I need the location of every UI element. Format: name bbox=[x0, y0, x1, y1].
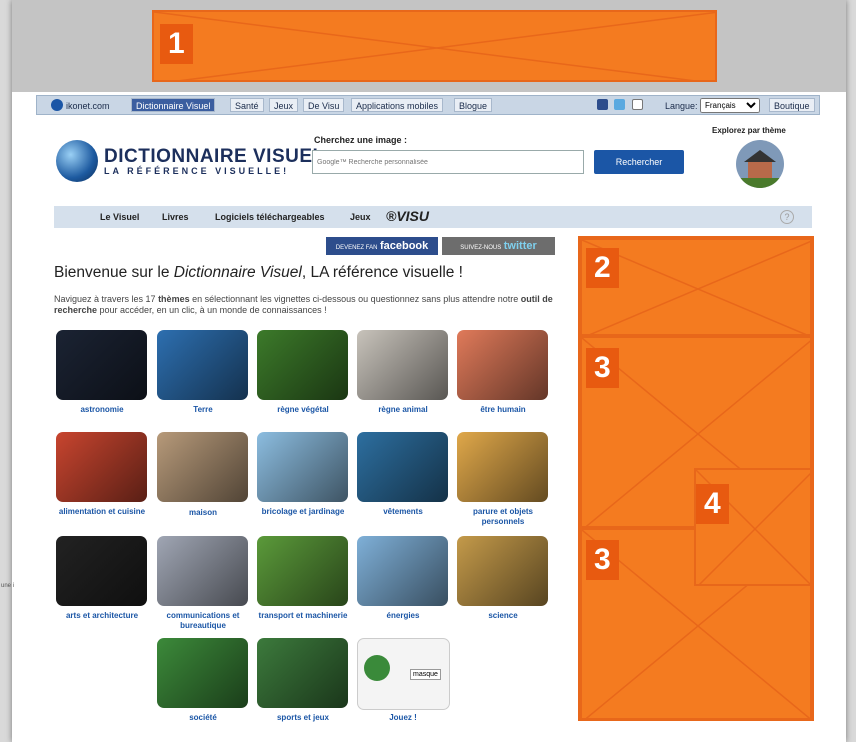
game-tooltip: masque bbox=[410, 669, 441, 680]
facebook-fan-button[interactable]: DEVENEZ FAN facebook bbox=[326, 237, 438, 255]
secondary-nav: Le Visuel Livres Logiciels téléchargeabl… bbox=[54, 206, 812, 228]
intro-text: Naviguez à travers les 17 thèmes en séle… bbox=[54, 294, 553, 315]
theme-thumbnail-science[interactable] bbox=[457, 536, 548, 606]
theme-thumbnail-alimentation-et-cuisine[interactable] bbox=[56, 432, 147, 502]
theme-caption[interactable]: Jouez ! bbox=[353, 713, 453, 723]
theme-thumbnail-terre[interactable] bbox=[157, 330, 248, 400]
theme-caption[interactable]: vêtements bbox=[353, 507, 453, 517]
theme-caption[interactable]: science bbox=[453, 611, 553, 621]
theme-thumbnail-vêtements[interactable] bbox=[357, 432, 448, 502]
explore-by-theme-label: Explorez par thème bbox=[712, 126, 786, 135]
ad-zone-2[interactable]: 2 bbox=[580, 238, 812, 336]
ad-zone-4[interactable]: 4 bbox=[694, 468, 812, 586]
logo-subtitle: LA RÉFÉRENCE VISUELLE! bbox=[104, 166, 290, 176]
welcome-title: Bienvenue sur le Dictionnaire Visuel, LA… bbox=[54, 264, 463, 281]
tab-de-visu[interactable]: De Visu bbox=[303, 98, 345, 112]
theme-thumbnail-astronomie[interactable] bbox=[56, 330, 147, 400]
globe-logo-icon[interactable] bbox=[56, 140, 98, 182]
ad-number-label: 1 bbox=[160, 24, 193, 64]
tab-jeux[interactable]: Jeux bbox=[269, 98, 299, 112]
theme-caption[interactable]: société bbox=[153, 713, 253, 723]
language-label: Langue: bbox=[665, 101, 698, 111]
nav-visu-logo[interactable]: ®VISU bbox=[386, 208, 429, 224]
theme-thumbnail-jouez[interactable]: masque bbox=[357, 638, 450, 710]
help-icon[interactable]: ? bbox=[780, 210, 794, 224]
theme-caption[interactable]: arts et architecture bbox=[52, 611, 152, 621]
theme-caption[interactable]: maison bbox=[153, 508, 253, 518]
tab-dictionnaire-visuel[interactable]: Dictionnaire Visuel bbox=[131, 98, 216, 112]
theme-thumbnail-énergies[interactable] bbox=[357, 536, 448, 606]
search-label: Cherchez une image : bbox=[314, 135, 408, 145]
nav-jeux[interactable]: Jeux bbox=[350, 212, 371, 222]
ad-number-label: 3 bbox=[586, 540, 619, 580]
theme-caption[interactable]: être humain bbox=[453, 405, 553, 415]
twitter-icon[interactable] bbox=[614, 99, 625, 110]
theme-thumbnail-bricolage-et-jardinage[interactable] bbox=[257, 432, 348, 502]
nav-livres[interactable]: Livres bbox=[162, 212, 189, 222]
search-input[interactable] bbox=[312, 150, 584, 174]
tab-sante[interactable]: Santé bbox=[230, 98, 264, 112]
theme-caption[interactable]: sports et jeux bbox=[253, 713, 353, 723]
ad-number-label: 2 bbox=[586, 248, 619, 288]
email-icon[interactable] bbox=[632, 99, 643, 110]
logo-title[interactable]: DICTIONNAIRE VISUEL bbox=[104, 146, 325, 168]
twitter-follow-button[interactable]: SUIVEZ-NOUS twitter bbox=[442, 237, 555, 255]
theme-caption[interactable]: Terre bbox=[153, 405, 253, 415]
theme-caption[interactable]: parure et objets personnels bbox=[453, 507, 553, 527]
theme-caption[interactable]: communications et bureautique bbox=[153, 611, 253, 631]
language-select[interactable]: Français bbox=[700, 98, 760, 113]
theme-thumbnail-société[interactable] bbox=[157, 638, 248, 708]
nav-le-visuel[interactable]: Le Visuel bbox=[100, 212, 139, 222]
theme-thumbnail-règne-animal[interactable] bbox=[357, 330, 448, 400]
ikonet-logo-icon bbox=[51, 99, 63, 111]
theme-thumbnail-être-humain[interactable] bbox=[457, 330, 548, 400]
search-button[interactable]: Rechercher bbox=[594, 150, 684, 174]
theme-caption[interactable]: astronomie bbox=[52, 405, 152, 415]
theme-thumbnail-transport-et-machinerie[interactable] bbox=[257, 536, 348, 606]
theme-caption[interactable]: énergies bbox=[353, 611, 453, 621]
theme-thumbnail-parure-et-objets-personnels[interactable] bbox=[457, 432, 548, 502]
ad-number-label: 4 bbox=[696, 484, 729, 524]
theme-thumbnail-arts-et-architecture[interactable] bbox=[56, 536, 147, 606]
theme-thumbnail-règne-végétal[interactable] bbox=[257, 330, 348, 400]
theme-caption[interactable]: bricolage et jardinage bbox=[253, 507, 353, 517]
theme-thumbnail-communications-et-bureautique[interactable] bbox=[157, 536, 248, 606]
ad-zone-1[interactable]: 1 bbox=[152, 10, 717, 82]
shop-link[interactable]: Boutique bbox=[769, 98, 815, 112]
theme-caption[interactable]: règne végétal bbox=[253, 405, 353, 415]
nav-logiciels[interactable]: Logiciels téléchargeables bbox=[215, 212, 325, 222]
top-toolbar: ikonet.com Dictionnaire Visuel Santé Jeu… bbox=[36, 95, 820, 115]
side-text-fragment: une i bbox=[1, 583, 15, 589]
house-thumbnail[interactable] bbox=[736, 140, 784, 188]
theme-caption[interactable]: alimentation et cuisine bbox=[52, 507, 152, 517]
theme-caption[interactable]: règne animal bbox=[353, 405, 453, 415]
ad-number-label: 3 bbox=[586, 348, 619, 388]
tab-blogue[interactable]: Blogue bbox=[454, 98, 493, 112]
brand-link[interactable]: ikonet.com bbox=[66, 99, 110, 113]
theme-thumbnail-sports-et-jeux[interactable] bbox=[257, 638, 348, 708]
facebook-icon[interactable] bbox=[597, 99, 608, 110]
theme-thumbnail-maison[interactable] bbox=[157, 432, 248, 502]
placeholder-cross bbox=[154, 12, 715, 80]
football-player-icon bbox=[364, 655, 390, 681]
theme-caption[interactable]: transport et machinerie bbox=[253, 611, 353, 621]
tab-applications-mobiles[interactable]: Applications mobiles bbox=[351, 98, 444, 112]
